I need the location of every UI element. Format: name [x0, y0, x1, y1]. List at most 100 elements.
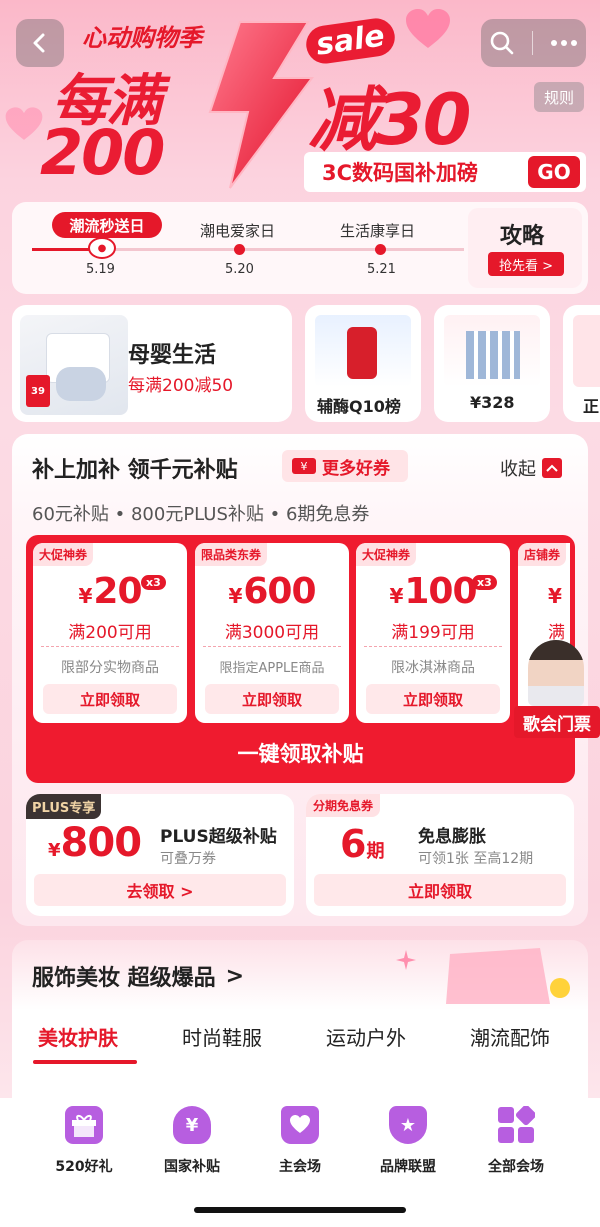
coupon-price: ¥ — [548, 571, 570, 612]
day-label-1: 潮流秒送日 — [69, 216, 145, 235]
coupon-condition: 满200可用 — [68, 623, 152, 643]
product-thumbnail — [315, 315, 411, 387]
product-328-card[interactable]: ¥328 — [434, 305, 550, 422]
more-icon[interactable] — [550, 39, 578, 47]
coupon-limit: 限部分实物商品 — [61, 660, 159, 676]
coupon-tag: 限品类东券 — [195, 543, 268, 566]
grid-icon — [497, 1106, 535, 1144]
installment-card[interactable]: 分期免息券 6期 免息膨胀 可领1张 至高12期 立即领取 — [306, 794, 574, 916]
claim-button[interactable]: 立即领取 — [205, 684, 339, 714]
chevron-up-icon — [542, 458, 562, 478]
more-coupons-label: 更多好券 — [322, 458, 390, 479]
coupon-tag: 大促神券 — [33, 543, 94, 566]
claim-button[interactable]: 立即领取 — [366, 684, 500, 714]
star-decoration-icon — [396, 950, 416, 970]
strategy-panel[interactable]: 攻略 抢先看 > — [468, 208, 582, 288]
coupon-limit: 限指定APPLE商品 — [219, 661, 325, 676]
headline-right: 减30 — [308, 79, 471, 161]
coupon-limit: 限冰淇淋商品 — [391, 660, 475, 676]
installment-claim-button[interactable]: 立即领取 — [314, 874, 566, 906]
more-coupons-button[interactable]: ¥ 更多好券 — [282, 450, 408, 482]
product-tubes — [466, 331, 520, 379]
timeline-dot — [234, 244, 245, 255]
subsidy-summary: 60元补贴 • 800元PLUS补贴 • 6期免息券 — [32, 504, 370, 525]
tab-beauty[interactable]: 美妆护肤 — [38, 1022, 118, 1051]
nav-label: 国家补贴 — [164, 1159, 220, 1175]
nav-item-subsidy[interactable]: ¥ 国家补贴 — [132, 1100, 252, 1176]
concert-float[interactable]: 歌会门票 — [514, 640, 600, 740]
divider — [41, 646, 179, 647]
plus-badge: PLUS专享 — [26, 794, 102, 819]
price-badge-text: 39 — [31, 385, 45, 397]
coupon-card[interactable]: 大促神券 ¥100 x3 满199可用 限冰淇淋商品 立即领取 — [356, 543, 510, 723]
strategy-button[interactable]: 抢先看 > — [488, 252, 564, 276]
tab-fashion[interactable]: 时尚鞋服 — [182, 1022, 262, 1051]
installment-unit: 期 — [366, 841, 385, 862]
mascot-icon: ● — [88, 237, 116, 259]
tab-sports[interactable]: 运动户外 — [326, 1022, 406, 1051]
nav-label: 520好礼 — [55, 1159, 113, 1175]
claim-button[interactable]: 立即领取 — [43, 684, 177, 714]
day-label-2[interactable]: 潮电爱家日 — [200, 220, 275, 241]
claim-all-label: 一键领取补贴 — [237, 742, 364, 766]
tab-accessories[interactable]: 潮流配饰 — [470, 1022, 550, 1051]
coq10-label: 辅酶Q10榜 — [317, 397, 401, 416]
coupon-tag: 店铺券 — [518, 543, 567, 566]
search-icon[interactable] — [489, 30, 515, 56]
plus-subtitle: 可叠万券 — [160, 851, 216, 867]
partial-product-card[interactable]: 正 — [563, 305, 600, 422]
plus-claim-label: 去领取 > — [126, 882, 194, 901]
multiplier-badge: x3 — [472, 575, 497, 590]
installment-claim-label: 立即领取 — [407, 882, 472, 901]
installment-amount: 6 — [340, 822, 367, 866]
currency: ¥ — [48, 840, 61, 861]
installment-badge: 分期免息券 — [306, 794, 381, 817]
plus-claim-button[interactable]: 去领取 > — [34, 874, 286, 906]
fashion-title: 服饰美妆 超级爆品 — [32, 966, 216, 991]
nav-item-main-venue[interactable]: 主会场 — [240, 1100, 360, 1176]
strategy-button-label: 抢先看 > — [498, 258, 554, 274]
coupon-card[interactable]: 大促神券 ¥20 x3 满200可用 限部分实物商品 立即领取 — [33, 543, 187, 723]
home-indicator — [194, 1207, 406, 1213]
lightning-bolt-icon — [208, 21, 314, 189]
currency: ¥ — [548, 584, 562, 608]
divider — [531, 31, 533, 55]
plus-card[interactable]: PLUS专享 ¥800 PLUS超级补贴 可叠万券 去领取 > — [26, 794, 294, 916]
day-chip-1[interactable]: 潮流秒送日 — [52, 212, 162, 238]
partial-product-label: 正 — [583, 397, 600, 416]
day-label-3[interactable]: 生活康享日 — [340, 220, 415, 241]
sub-banner[interactable]: 3C数码国补加磅 GO — [304, 152, 586, 192]
installment-title: 免息膨胀 — [418, 827, 486, 847]
claim-all-button[interactable]: 一键领取补贴 — [26, 730, 575, 776]
nav-item-gifts[interactable]: 520好礼 — [24, 1100, 144, 1176]
chevron-left-icon — [33, 33, 45, 53]
trophy-icon: ★ — [389, 1106, 427, 1144]
multiplier-badge: x3 — [141, 575, 166, 590]
mother-baby-card[interactable]: 39 母婴生活 每满200减50 — [12, 305, 292, 422]
subsidy-title: 补上加补 领千元补贴 — [32, 458, 238, 483]
shopping-bag-decoration-icon — [446, 948, 570, 1004]
coq10-card[interactable]: 辅酶Q10榜 — [305, 305, 421, 422]
top-actions — [481, 19, 586, 67]
active-tab-indicator — [33, 1060, 137, 1064]
coupon-amount: 100 — [404, 571, 477, 612]
collapse-label: 收起 — [500, 459, 536, 480]
coupon-condition: 满199可用 — [391, 623, 475, 643]
heart-decoration-icon — [5, 107, 43, 140]
day-date-1: 5.19 — [86, 262, 115, 277]
sub-banner-text: 3C数码国补加磅 — [322, 161, 479, 185]
coupon-amount: 20 — [93, 571, 142, 612]
fashion-header[interactable]: 服饰美妆 超级爆品 > — [32, 960, 244, 992]
days-card: 潮流秒送日 ● 5.19 潮电爱家日 5.20 生活康享日 5.21 攻略 抢先… — [12, 202, 588, 294]
nav-item-brands[interactable]: ★ 品牌联盟 — [348, 1100, 468, 1176]
shopping-bag-icon — [281, 1106, 319, 1144]
nav-item-all-venues[interactable]: 全部会场 — [456, 1100, 576, 1176]
rules-button[interactable]: 规则 — [534, 82, 584, 112]
currency: ¥ — [389, 584, 403, 608]
day-date-2: 5.20 — [225, 262, 254, 277]
go-button[interactable]: GO — [528, 156, 580, 188]
collapse-button[interactable]: 收起 — [500, 455, 562, 481]
coupon-card[interactable]: 限品类东券 ¥600 满3000可用 限指定APPLE商品 立即领取 — [195, 543, 349, 723]
campaign-label: 心动购物季 — [82, 24, 202, 52]
nav-label: 品牌联盟 — [380, 1159, 436, 1175]
